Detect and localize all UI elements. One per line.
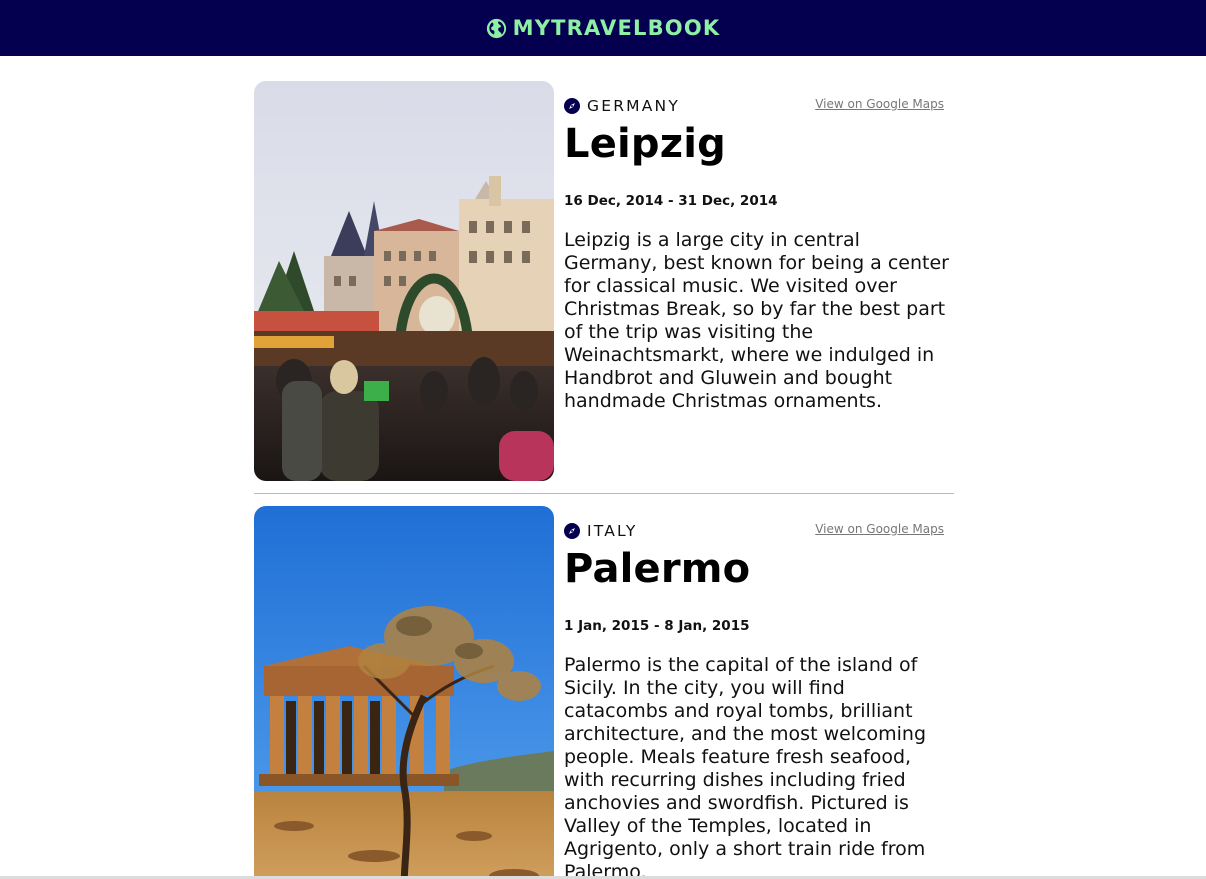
entry-info: ITALY View on Google Maps Palermo 1 Jan,… (564, 506, 954, 879)
entry-photo (254, 506, 554, 879)
country-label: ITALY (587, 522, 638, 540)
country-label: GERMANY (587, 97, 681, 115)
top-navbar: MYTRAVELBOOK (0, 0, 1206, 56)
entry-description: Palermo is the capital of the island of … (564, 654, 927, 879)
entry-divider (254, 493, 954, 494)
brand-title: MYTRAVELBOOK (512, 16, 721, 40)
entry-description: Leipzig is a large city in central Germa… (564, 229, 949, 412)
entry-info: GERMANY View on Google Maps Leipzig 16 D… (564, 81, 954, 481)
travel-entry: GERMANY View on Google Maps Leipzig 16 D… (254, 81, 954, 481)
city-title: Leipzig (564, 121, 726, 167)
globe-icon (486, 18, 506, 38)
trip-dates: 1 Jan, 2015 - 8 Jan, 2015 (564, 618, 750, 634)
country-row: GERMANY (564, 97, 680, 115)
travel-entry: ITALY View on Google Maps Palermo 1 Jan,… (254, 506, 954, 879)
entry-photo (254, 81, 554, 481)
compass-pin-icon (564, 98, 580, 114)
google-maps-link[interactable]: View on Google Maps (815, 97, 944, 111)
city-title: Palermo (564, 546, 751, 592)
google-maps-link[interactable]: View on Google Maps (815, 522, 944, 536)
travel-entries: GERMANY View on Google Maps Leipzig 16 D… (254, 81, 954, 879)
compass-pin-icon (564, 523, 580, 539)
brand[interactable]: MYTRAVELBOOK (486, 16, 721, 40)
country-row: ITALY (564, 522, 637, 540)
trip-dates: 16 Dec, 2014 - 31 Dec, 2014 (564, 193, 778, 209)
